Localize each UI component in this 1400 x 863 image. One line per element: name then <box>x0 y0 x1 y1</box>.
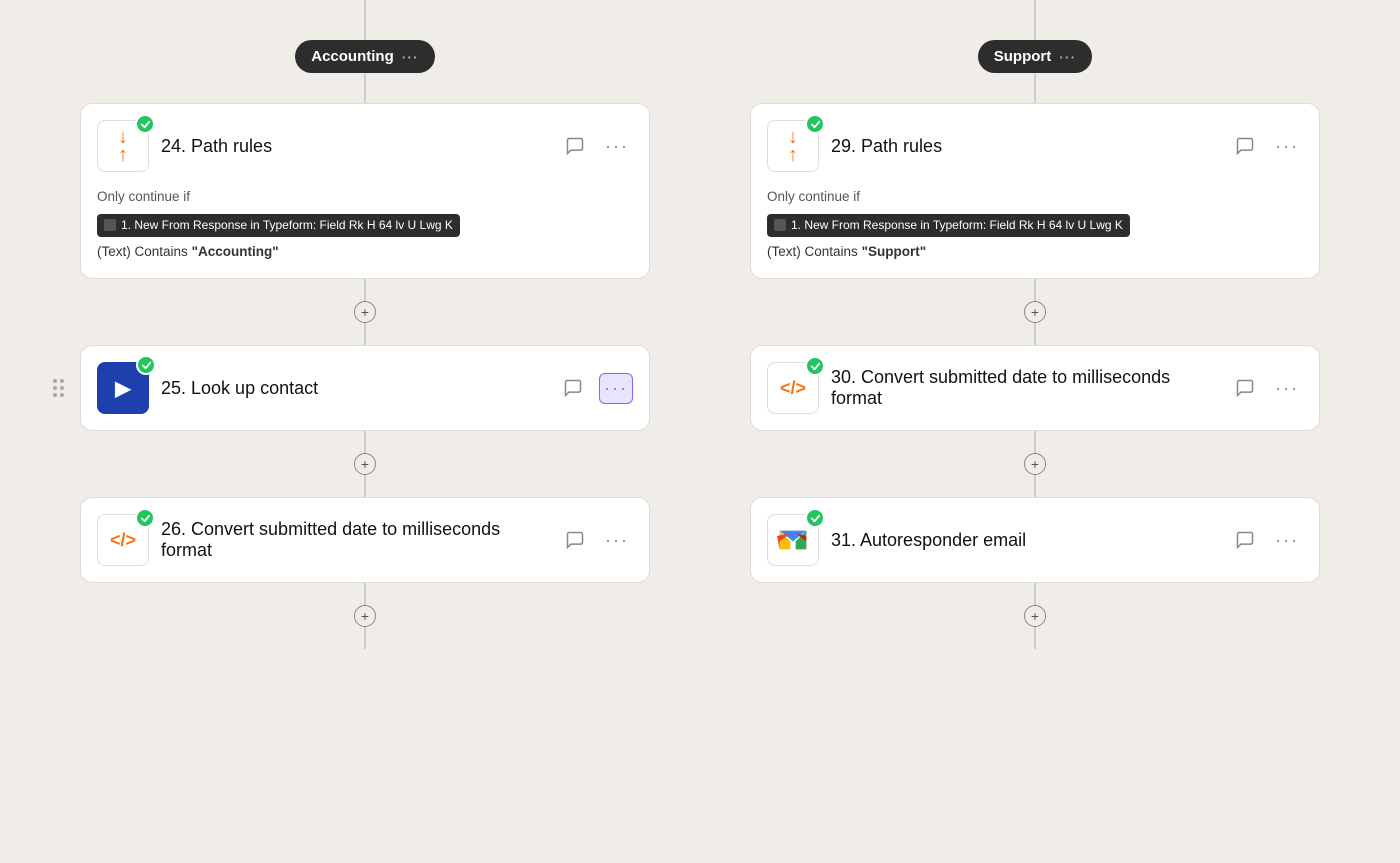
check-badge-30 <box>805 356 825 376</box>
code-icon-26: </> <box>110 530 136 551</box>
condition-text-29: (Text) Contains "Support" <box>767 241 1303 263</box>
path-rules-icon: ↓ ↑ <box>118 127 128 165</box>
comment-icon-31[interactable] <box>1231 526 1259 554</box>
step-25-card: ▶ 25. Look up contact ··· <box>80 345 650 431</box>
typeform-tag-29: 1. New From Response in Typeform: Field … <box>767 214 1130 237</box>
step-26-icon-wrap: </> <box>97 514 149 566</box>
more-icon-26[interactable]: ··· <box>601 526 633 555</box>
comment-icon-25[interactable] <box>559 374 587 402</box>
more-icon-31[interactable]: ··· <box>1271 526 1303 555</box>
check-badge-29 <box>805 114 825 134</box>
more-icon-24[interactable]: ··· <box>601 132 633 161</box>
add-button-24-25[interactable]: + <box>354 301 376 323</box>
support-label: Support <box>994 48 1052 65</box>
comment-icon-24[interactable] <box>561 132 589 160</box>
step-24-title: 24. Path rules <box>161 136 549 157</box>
step-31-card: 31. Autoresponder email ··· <box>750 497 1320 583</box>
condition-text-24: (Text) Contains "Accounting" <box>97 241 633 263</box>
accounting-label: Accounting <box>311 48 394 65</box>
code-icon-30: </> <box>780 378 806 399</box>
add-button-25-26[interactable]: + <box>354 453 376 475</box>
step-30-icon-wrap: </> <box>767 362 819 414</box>
step-26-title: 26. Convert submitted date to millisecon… <box>161 519 549 561</box>
path-rules-icon-29: ↓ ↑ <box>788 127 798 165</box>
lookup-icon-25: ▶ <box>115 376 130 401</box>
condition-label-24: Only continue if <box>97 186 633 208</box>
add-button-30-31[interactable]: + <box>1024 453 1046 475</box>
gmail-icon-wrap-31 <box>767 514 819 566</box>
step-29-title: 29. Path rules <box>831 136 1219 157</box>
check-badge-25 <box>136 355 156 375</box>
accounting-dots: ··· <box>402 49 419 65</box>
add-button-31-bottom[interactable]: + <box>1024 605 1046 627</box>
check-badge-31 <box>805 508 825 528</box>
drag-handle-25[interactable] <box>53 379 64 397</box>
comment-icon-30[interactable] <box>1231 374 1259 402</box>
condition-label-29: Only continue if <box>767 186 1303 208</box>
check-badge-26 <box>135 508 155 528</box>
accounting-branch-pill[interactable]: Accounting ··· <box>295 40 435 73</box>
step-30-card: </> 30. Convert submitted date to millis… <box>750 345 1320 431</box>
typeform-tag-24: 1. New From Response in Typeform: Field … <box>97 214 460 237</box>
step-26-card: </> 26. Convert submitted date to millis… <box>80 497 650 583</box>
step-31-title: 31. Autoresponder email <box>831 530 1219 551</box>
step-30-title: 30. Convert submitted date to millisecon… <box>831 367 1219 409</box>
gmail-icon-31 <box>777 528 809 552</box>
comment-icon-29[interactable] <box>1231 132 1259 160</box>
step-29-icon-wrap: ↓ ↑ <box>767 120 819 172</box>
check-badge-24 <box>135 114 155 134</box>
add-button-29-30[interactable]: + <box>1024 301 1046 323</box>
step-24-card: ↓ ↑ 24. Path rules ··· <box>80 103 650 279</box>
step-24-icon-wrap: ↓ ↑ <box>97 120 149 172</box>
step-25-title: 25. Look up contact <box>161 378 547 399</box>
support-branch-pill[interactable]: Support ··· <box>978 40 1093 73</box>
support-dots: ··· <box>1059 49 1076 65</box>
step-24-body: Only continue if 1. New From Response in… <box>97 186 633 262</box>
add-button-26-bottom[interactable]: + <box>354 605 376 627</box>
step-29-card: ↓ ↑ 29. Path rules ··· <box>750 103 1320 279</box>
more-icon-30[interactable]: ··· <box>1271 374 1303 403</box>
more-icon-29[interactable]: ··· <box>1271 132 1303 161</box>
more-icon-25[interactable]: ··· <box>599 373 633 404</box>
comment-icon-26[interactable] <box>561 526 589 554</box>
lookup-icon-wrap-25: ▶ <box>97 362 149 414</box>
step-29-body: Only continue if 1. New From Response in… <box>767 186 1303 262</box>
